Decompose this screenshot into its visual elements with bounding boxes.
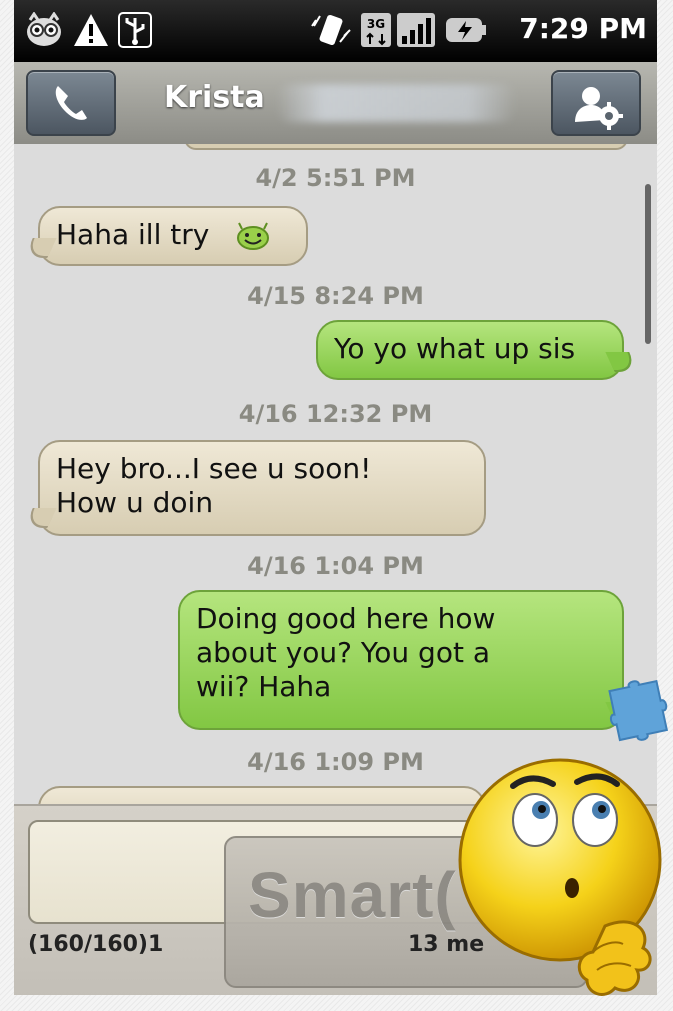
message-timestamp: 4/16 1:04 PM — [247, 552, 424, 580]
signal-icon — [397, 13, 435, 47]
svg-text:3G: 3G — [367, 17, 385, 31]
vibrate-icon — [311, 14, 351, 46]
thinking-emoji-sticker — [458, 758, 662, 996]
message-timestamp: 4/16 12:32 PM — [238, 400, 433, 428]
message-text: Hey bro...I see u soon! How u doin — [56, 452, 372, 519]
warning-icon — [74, 14, 108, 46]
contact-name: Krista — [164, 80, 265, 115]
message-timestamp: 4/2 5:51 PM — [255, 164, 416, 192]
call-button[interactable] — [26, 70, 116, 136]
incoming-message[interactable]: Haha ill try — [38, 206, 308, 266]
outgoing-message[interactable]: Yo yo what up sis — [316, 320, 624, 380]
contact-settings-icon — [575, 87, 623, 130]
redacted-name-blur — [276, 84, 516, 122]
puzzle-piece-sticker — [608, 680, 669, 742]
title-bar: Krista — [14, 62, 657, 146]
conversation-list[interactable]: 4/2 5:51 PM Haha ill try 4/15 8:24 PM Yo… — [14, 144, 657, 804]
battery-charging-icon — [446, 18, 486, 42]
smiley-icon — [237, 222, 269, 250]
clock: 7:29 PM — [519, 12, 647, 45]
phone-icon — [55, 86, 87, 120]
message-timestamp: 4/15 8:24 PM — [247, 282, 424, 310]
message-text: Doing good here how about you? You got a… — [196, 602, 496, 703]
previous-bubble-edge — [184, 144, 628, 150]
contact-settings-button[interactable] — [551, 70, 641, 136]
status-bar: 3G 7:29 PM — [14, 0, 657, 62]
3g-data-icon: 3G — [361, 13, 391, 47]
incoming-message[interactable]: Hey bro...I see u soon! How u doin — [38, 440, 486, 536]
message-text: Yo yo what up sis — [334, 332, 576, 365]
scrollbar[interactable] — [645, 184, 651, 344]
character-counter: (160/160)1 — [28, 932, 164, 957]
usb-icon — [118, 12, 152, 48]
send-button-label: Smart( — [248, 859, 457, 931]
cat-notification-icon — [27, 12, 61, 46]
incoming-message[interactable] — [38, 786, 486, 804]
message-text: Haha ill try — [56, 218, 210, 251]
outgoing-message[interactable]: Doing good here how about you? You got a… — [178, 590, 624, 730]
